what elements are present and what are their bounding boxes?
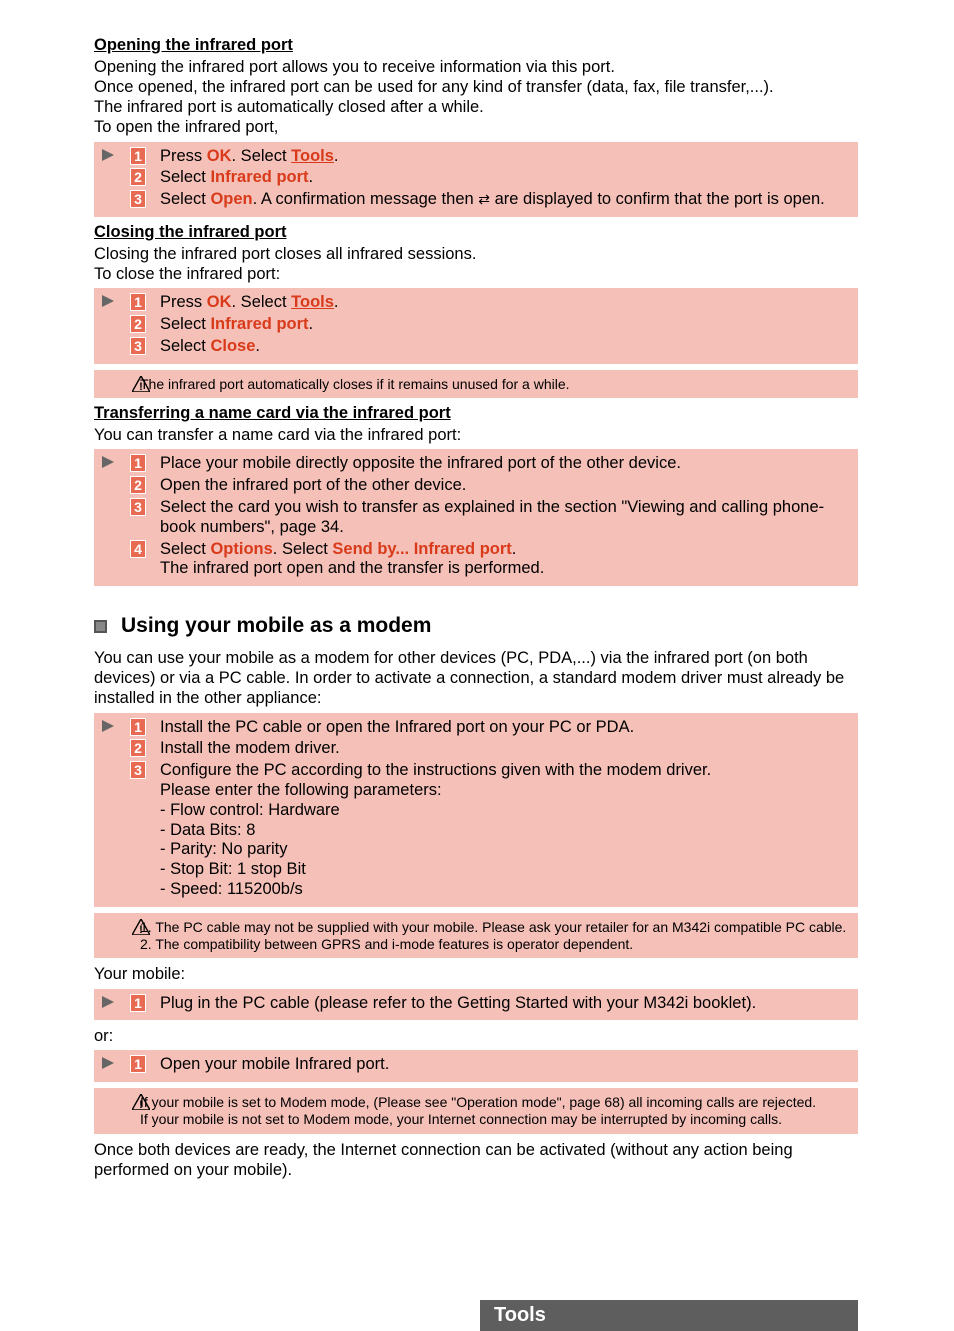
- ir-port-icon: ⇄: [478, 196, 490, 203]
- note-modem-2: ! If your mobile is set to Modem mode, (…: [94, 1088, 858, 1134]
- para-closing: Closing the infrared port closes all inf…: [94, 244, 858, 284]
- note-modem-1: ! 1. The PC cable may not be supplied wi…: [94, 913, 858, 959]
- step-text: Select Open. A confirmation message then…: [160, 190, 850, 210]
- step-arrow-icon: [102, 1055, 130, 1073]
- footer-label: Tools: [480, 1300, 858, 1331]
- steps-opening: 1 Press OK. Select Tools. . 2 Select Inf…: [94, 142, 858, 217]
- steps-transfer: 1 Place your mobile directly opposite th…: [94, 449, 858, 586]
- subhead-transfer: Transferring a name card via the infrare…: [94, 404, 858, 423]
- steps-modem: 1 Install the PC cable or open the Infra…: [94, 713, 858, 907]
- warning-icon: !: [102, 1094, 136, 1110]
- steps-closing: 1 Press OK. Select Tools. . 2 Select Inf…: [94, 288, 858, 363]
- steps-your-mobile: 1 Plug in the PC cable (please refer to …: [94, 989, 858, 1021]
- step-arrow-icon: [102, 718, 130, 736]
- step-arrow-icon: [102, 147, 130, 165]
- step-number: 3: [130, 190, 146, 208]
- subhead-closing: Closing the infrared port: [94, 223, 858, 242]
- label-or: or:: [94, 1026, 858, 1046]
- note-closing: ! The infrared port automatically closes…: [94, 370, 858, 399]
- footer: Tools: [94, 1300, 858, 1331]
- step-row: 1 Press OK. Select Tools.: [102, 146, 850, 168]
- warning-icon: !: [102, 919, 136, 935]
- step-text: Press OK. Select Tools.: [160, 147, 850, 167]
- steps-or: 1 Open your mobile Infrared port.: [94, 1050, 858, 1082]
- step-text: Select Infrared port.: [160, 168, 850, 188]
- label-your-mobile: Your mobile:: [94, 964, 858, 984]
- page-content: Opening the infrared port Opening the in…: [0, 0, 954, 1331]
- step-row: . 3 Select Open. A confirmation message …: [102, 189, 850, 211]
- para-modem-intro: You can use your mobile as a modem for o…: [94, 648, 858, 708]
- para-modem-outro: Once both devices are ready, the Interne…: [94, 1140, 858, 1180]
- section-title: Using your mobile as a modem: [121, 614, 431, 638]
- step-row: . 2 Select Infrared port.: [102, 167, 850, 189]
- step-arrow-icon: [102, 454, 130, 472]
- para-opening: Opening the infrared port allows you to …: [94, 57, 858, 138]
- step-arrow-icon: [102, 994, 130, 1012]
- para-transfer: You can transfer a name card via the inf…: [94, 425, 858, 445]
- warning-icon: !: [102, 376, 136, 392]
- step-arrow-icon: [102, 293, 130, 311]
- square-bullet-icon: [94, 620, 107, 633]
- step-number: 1: [130, 147, 146, 165]
- step-number: 2: [130, 168, 146, 186]
- subhead-opening: Opening the infrared port: [94, 36, 858, 55]
- section-head-modem: Using your mobile as a modem: [94, 614, 858, 638]
